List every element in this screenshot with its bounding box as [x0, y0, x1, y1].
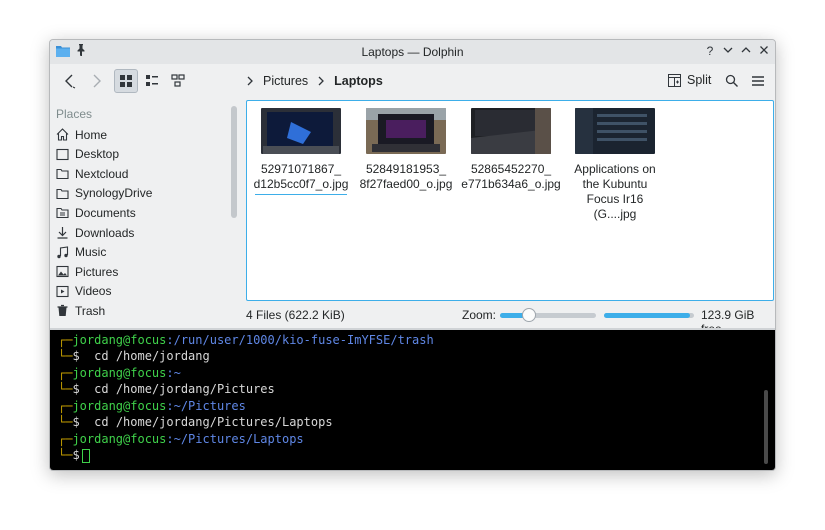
- pictures-icon: [56, 266, 69, 278]
- hamburger-menu-icon: [752, 76, 764, 86]
- sidebar-item-videos[interactable]: Videos: [56, 282, 111, 301]
- terminal-input-line[interactable]: └─$: [58, 447, 90, 463]
- file-item[interactable]: 52865452270_ e771b634a6_o.jpg: [461, 108, 561, 192]
- thumbnail-image: [261, 108, 341, 154]
- title-bar: Laptops — Dolphin ?: [50, 40, 775, 64]
- breadcrumb-laptops[interactable]: Laptops: [334, 74, 383, 88]
- thumbnail-image: [471, 108, 551, 154]
- tree-view-icon: [171, 74, 185, 87]
- desktop-icon: [56, 148, 69, 160]
- compact-view-button[interactable]: [140, 69, 164, 93]
- disk-space-fill: [604, 313, 690, 318]
- forward-button[interactable]: [84, 69, 108, 93]
- chevron-left-icon: [65, 74, 76, 89]
- sidebar-item-nextcloud[interactable]: Nextcloud: [56, 164, 128, 183]
- close-icon: [760, 46, 768, 54]
- documents-icon: [56, 208, 69, 219]
- file-name: Applications on the Kubuntu Focus Ir16 (…: [574, 162, 656, 221]
- breadcrumb-pictures[interactable]: Pictures: [263, 74, 308, 88]
- chevron-down-icon: [723, 47, 733, 53]
- sidebar-item-desktop[interactable]: Desktop: [56, 145, 119, 164]
- terminal-prompt-line: ┌─jordang@focus:~/Pictures/Laptops: [58, 432, 304, 446]
- thumbnail-image: [366, 108, 446, 154]
- zoom-label: Zoom:: [462, 308, 497, 322]
- back-button[interactable]: [58, 69, 82, 93]
- file-item[interactable]: Applications on the Kubuntu Focus Ir16 (…: [565, 108, 665, 222]
- file-item[interactable]: 52971071867_ d12b5cc0f7_o.jpg: [251, 108, 351, 195]
- sidebar-item-trash[interactable]: Trash: [56, 301, 105, 320]
- disk-space-bar: [604, 313, 694, 318]
- sidebar-item-pictures[interactable]: Pictures: [56, 262, 118, 281]
- toolbar: Pictures Laptops Split: [50, 64, 775, 98]
- status-bar: 4 Files (622.2 KiB) Zoom: 123.9 GiB free: [246, 306, 774, 336]
- minimize-button[interactable]: [721, 44, 735, 58]
- terminal-prompt-line: ┌─jordang@focus:/run/user/1000/kio-fuse-…: [58, 333, 434, 347]
- file-view[interactable]: 52971071867_ d12b5cc0f7_o.jpg 5284918195…: [246, 100, 774, 301]
- file-name: 52971071867_ d12b5cc0f7_o.jpg: [253, 162, 349, 191]
- breadcrumb: Pictures Laptops: [246, 74, 383, 88]
- search-button[interactable]: [720, 69, 744, 93]
- terminal-prompt-line: ┌─jordang@focus:~/Pictures: [58, 399, 246, 413]
- sidebar-item-music[interactable]: Music: [56, 243, 106, 262]
- compact-view-icon: [146, 75, 158, 86]
- split-button[interactable]: Split: [668, 73, 711, 87]
- chevron-right-icon: [247, 76, 253, 86]
- icons-view-button[interactable]: [114, 69, 138, 93]
- chevron-up-icon: [741, 47, 751, 53]
- close-button[interactable]: [757, 44, 771, 58]
- thumbnail-image: [575, 108, 655, 154]
- help-button[interactable]: ?: [703, 44, 717, 58]
- sidebar-item-documents[interactable]: Documents: [56, 203, 136, 222]
- sidebar-item-home[interactable]: Home: [56, 125, 107, 144]
- details-view-button[interactable]: [166, 69, 190, 93]
- places-heading: Places: [56, 107, 93, 121]
- grid-view-icon: [120, 75, 132, 87]
- file-name: 52865452270_ e771b634a6_o.jpg: [461, 162, 561, 191]
- file-item[interactable]: 52849181953_ 8f27faed00_o.jpg: [356, 108, 456, 192]
- split-label: Split: [687, 73, 712, 87]
- split-view-icon: [668, 73, 681, 87]
- zoom-slider[interactable]: [500, 308, 596, 322]
- terminal-prompt-line: ┌─jordang@focus:~: [58, 366, 181, 380]
- chevron-right-icon: [318, 76, 325, 86]
- zoom-slider-handle[interactable]: [521, 308, 536, 322]
- sidebar-item-synologydrive[interactable]: SynologyDrive: [56, 184, 152, 203]
- terminal-scrollbar[interactable]: [764, 390, 768, 464]
- music-icon: [57, 245, 69, 258]
- dolphin-window: Laptops — Dolphin ? Pictures Laptops Spl…: [49, 39, 776, 471]
- selection-underline: [255, 194, 347, 195]
- file-name: 52849181953_ 8f27faed00_o.jpg: [359, 162, 453, 191]
- sidebar-scrollbar[interactable]: [231, 106, 237, 218]
- file-count: 4 Files (622.2 KiB): [246, 308, 345, 322]
- download-icon: [57, 227, 68, 239]
- chevron-right-icon: [93, 74, 101, 88]
- maximize-button[interactable]: [739, 44, 753, 58]
- terminal-command-line: └─$ cd /home/jordang/Pictures/Laptops: [58, 415, 333, 429]
- terminal-command-line: └─$ cd /home/jordang/Pictures: [58, 382, 275, 396]
- videos-icon: [56, 285, 69, 297]
- terminal-cursor: [81, 448, 90, 463]
- folder-icon: [56, 188, 69, 199]
- sidebar-item-downloads[interactable]: Downloads: [56, 223, 134, 242]
- trash-icon: [57, 305, 68, 317]
- home-icon: [56, 128, 69, 141]
- places-panel: Places Home Desktop Nextcloud SynologyDr…: [50, 100, 240, 332]
- search-icon: [725, 74, 738, 87]
- folder-icon: [56, 169, 69, 180]
- menu-button[interactable]: [746, 69, 770, 93]
- terminal-panel[interactable]: ┌─jordang@focus:/run/user/1000/kio-fuse-…: [50, 330, 775, 470]
- terminal-command-line: └─$ cd /home/jordang: [58, 349, 210, 363]
- window-title: Laptops — Dolphin: [361, 45, 464, 59]
